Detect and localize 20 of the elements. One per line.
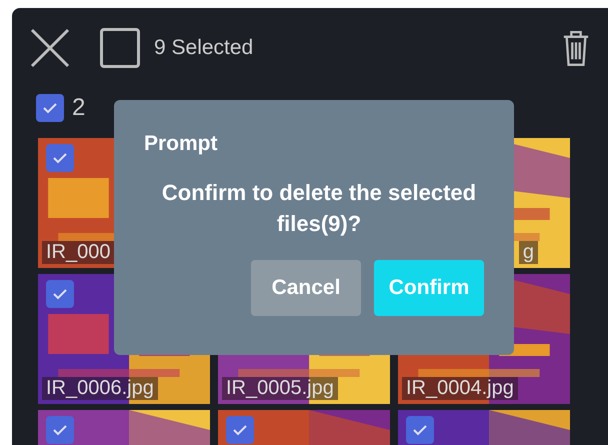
thumbnail-checkbox[interactable] (46, 144, 74, 172)
dialog-title: Prompt (144, 132, 218, 156)
file-name: g (518, 241, 538, 264)
selected-count: 9 Selected (154, 36, 254, 60)
select-all-checkbox[interactable] (100, 28, 140, 68)
thumbnail-checkbox[interactable] (406, 416, 434, 444)
file-name: IR_0006.jpg (42, 377, 158, 400)
file-name: IR_0004.jpg (402, 377, 518, 400)
cancel-button[interactable]: Cancel (251, 260, 361, 316)
close-icon[interactable] (30, 28, 70, 68)
thumbnail-checkbox[interactable] (46, 280, 74, 308)
group-date: 2 (72, 94, 86, 122)
file-name: IR_000 (42, 241, 114, 264)
thumbnail-checkbox[interactable] (46, 416, 74, 444)
thumbnail-checkbox[interactable] (226, 416, 254, 444)
dialog-message: Confirm to delete the selected files(9)? (160, 179, 478, 238)
group-checkbox[interactable] (36, 94, 64, 122)
confirm-button[interactable]: Confirm (374, 260, 484, 316)
trash-icon[interactable] (562, 29, 590, 67)
file-name: IR_0005.jpg (222, 377, 338, 400)
